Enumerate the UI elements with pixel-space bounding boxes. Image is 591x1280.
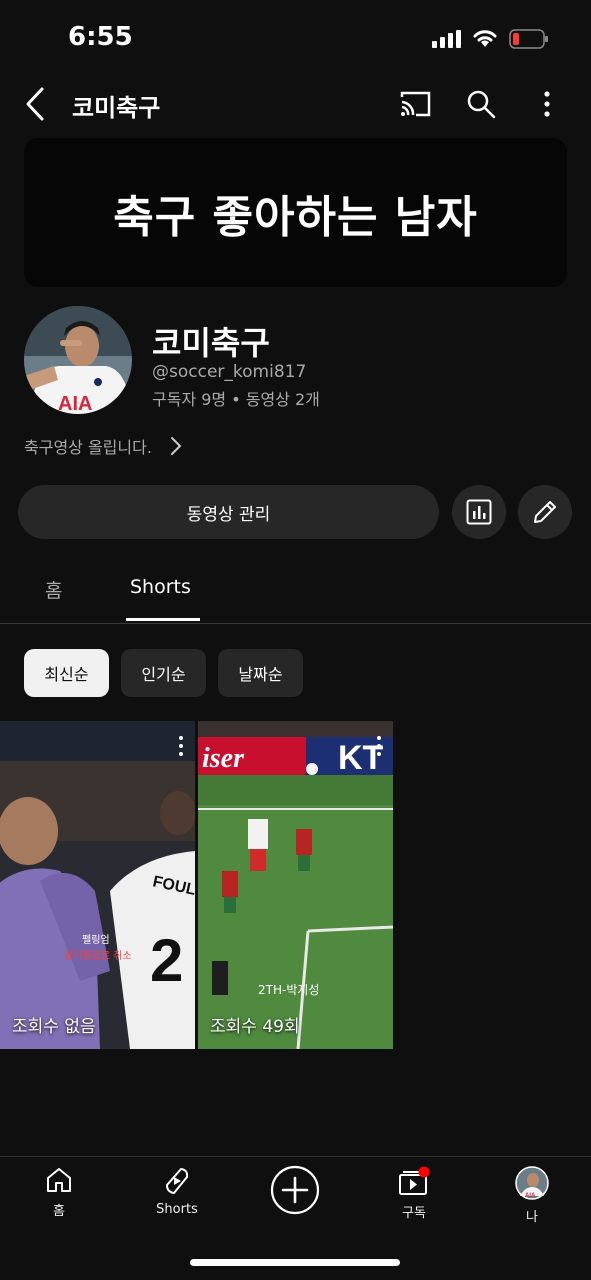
wifi-icon [473,30,497,47]
subscriptions-icon [399,1166,430,1195]
short-item[interactable]: iser KT 2TH-박지성 조회수 49회 [198,721,393,1049]
channel-description-text: 축구영상 올립니다. [24,438,152,457]
manage-videos-button[interactable]: 동영상 관리 [18,485,439,539]
plus-circle-icon [270,1165,320,1215]
battery-low-icon [509,29,548,49]
channel-name: 코미축구 [152,324,270,362]
tab-divider [0,623,591,624]
avatar-image: AIA [24,306,132,414]
short-thumbnail: FOUL 2 펠링엄 경기종료로 취소 [0,721,195,1049]
channel-avatar[interactable]: AIA [24,306,132,414]
cast-icon [400,91,431,117]
short-views: 조회수 없음 [12,1017,96,1037]
nav-you[interactable]: AIA 나 [482,1166,582,1225]
nav-you-label: 나 [526,1210,538,1225]
search-button[interactable] [461,84,501,124]
filter-chip-popular[interactable]: 인기순 [121,649,206,697]
filter-chip-latest[interactable]: 최신순 [24,649,109,697]
analytics-icon [466,499,492,525]
channel-handle: @soccer_komi817 [152,362,307,382]
nav-subscriptions[interactable]: 구독 [364,1166,464,1221]
short-caption-bottom: 경기종료로 취소 [64,949,132,962]
status-time: 6:55 [68,22,133,52]
nav-shorts-label: Shorts [156,1202,198,1217]
tab-shorts[interactable]: Shorts [130,576,191,598]
billboard-left-text: iser [202,743,245,774]
analytics-button[interactable] [452,485,506,539]
home-indicator [190,1259,400,1266]
more-options-button[interactable] [527,84,567,124]
short-views: 조회수 49회 [210,1017,300,1037]
cast-button[interactable] [395,84,435,124]
pencil-icon [534,501,556,523]
short-more-icon[interactable] [375,735,383,757]
chevron-right-icon [170,437,182,455]
tab-home[interactable]: 홈 [45,576,62,603]
search-icon [467,90,496,119]
banner-text: 축구 좋아하는 남자 [113,191,478,243]
active-tab-indicator [126,618,200,621]
more-vertical-icon [544,91,550,117]
channel-stats: 구독자 9명 • 동영상 2개 [152,390,320,409]
bottom-nav-divider [0,1156,591,1157]
short-caption-top: 펠링엄 [82,934,110,946]
home-icon [47,1168,71,1192]
app-bar-title: 코미축구 [72,94,161,122]
shorts-icon [166,1168,189,1194]
back-arrow-icon[interactable] [22,86,48,122]
nav-subscriptions-label: 구독 [402,1206,426,1221]
short-more-icon[interactable] [177,735,185,757]
short-item[interactable]: FOUL 2 펠링엄 경기종료로 취소 조회수 없음 [0,721,195,1049]
nav-home[interactable]: 홈 [9,1166,109,1219]
channel-description[interactable]: 축구영상 올립니다. [24,434,182,458]
svg-text:2: 2 [150,927,183,994]
svg-text:AIA: AIA [58,393,92,414]
edit-channel-button[interactable] [518,485,572,539]
filter-chip-date[interactable]: 날짜순 [218,649,303,697]
short-thumbnail: iser KT 2TH-박지성 [198,721,393,1049]
create-button[interactable] [270,1165,320,1219]
svg-text:AIA: AIA [525,1193,536,1199]
cellular-signal-icon [432,30,461,48]
short-caption: 2TH-박지성 [258,983,319,997]
channel-banner: 축구 좋아하는 남자 [24,138,567,287]
nav-home-label: 홈 [53,1204,65,1219]
profile-avatar-icon: AIA [515,1166,549,1200]
nav-shorts[interactable]: Shorts [127,1166,227,1217]
